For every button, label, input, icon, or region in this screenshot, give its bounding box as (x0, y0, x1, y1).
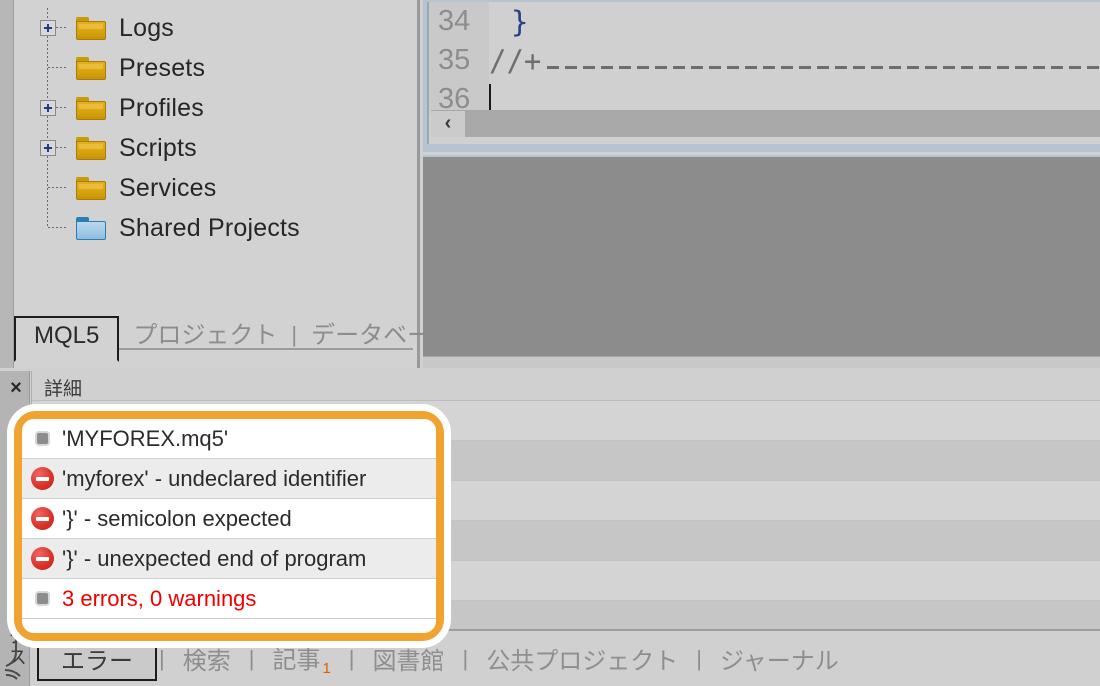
list-item[interactable]: 3 errors, 0 warnings (22, 579, 436, 619)
tree-item-scripts[interactable]: Scripts (14, 128, 413, 168)
list-item-text: 'MYFOREX.mq5' (62, 425, 229, 451)
expand-icon[interactable] (40, 100, 56, 116)
tree-guide-connector (48, 227, 68, 228)
tab-separator: | (248, 645, 255, 671)
folder-icon (76, 96, 106, 120)
list-item-text: '}' - semicolon expected (62, 505, 292, 531)
tree-item-label: Presets (119, 53, 206, 82)
tree-item-services[interactable]: Services (14, 168, 413, 208)
tab-articles-label: 記事 (272, 646, 321, 674)
line-text: //+ (489, 43, 542, 78)
toolbox-corner-icon (2, 632, 30, 684)
scroll-left-icon[interactable]: ‹ (431, 110, 465, 137)
tab-separator: | (348, 645, 355, 671)
tree-item-shared-projects[interactable]: Shared Projects (14, 208, 413, 248)
tab-articles-badge: 1 (322, 660, 331, 678)
info-dot-icon (22, 593, 62, 604)
error-icon (22, 467, 62, 490)
list-item-text: 'myforex' - undeclared identifier (62, 465, 367, 491)
error-icon (22, 547, 62, 570)
tree-guide-connector (48, 187, 68, 188)
tab-separator: | (696, 645, 702, 671)
list-item[interactable]: '}' - unexpected end of program (22, 539, 436, 579)
tab-errors[interactable]: エラー (37, 636, 157, 681)
tab-public-projects[interactable]: 公共プロジェクト (470, 637, 694, 680)
tree-item-label: Profiles (119, 93, 204, 122)
info-dot-icon (22, 433, 62, 444)
tab-journal[interactable]: ジャーナル (704, 637, 855, 680)
navigator-tabs: MQL5 プロジェクト | データベース (14, 304, 454, 362)
list-item-text: '}' - unexpected end of program (62, 545, 367, 571)
code-editor-panel: 34 } 35 //+ 36 ‹ (423, 0, 1100, 152)
tree-item-logs[interactable]: Logs (14, 8, 413, 48)
workspace-bottom-strip (423, 356, 1100, 368)
tree-item-presets[interactable]: Presets (14, 48, 413, 88)
folder-icon (76, 136, 106, 160)
tab-articles[interactable]: 記事 1 (256, 636, 346, 682)
line-number: 34 (438, 5, 471, 37)
folder-icon (76, 56, 106, 80)
tree-item-label: Logs (119, 13, 175, 42)
code-line: 35 //+ (429, 41, 1100, 80)
tree-guide-line (47, 168, 48, 208)
error-icon (22, 507, 62, 530)
close-icon[interactable]: × (6, 378, 26, 399)
code-editor[interactable]: 34 } 35 //+ 36 ‹ (427, 2, 1100, 144)
tree-guide-connector (48, 67, 68, 68)
editor-horizontal-scrollbar[interactable]: ‹ (431, 110, 1100, 137)
expand-icon[interactable] (40, 140, 56, 156)
shared-folder-icon (76, 216, 106, 240)
navigator-left-edge (0, 0, 14, 368)
line-text: } (511, 4, 529, 39)
scrollbar-thumb[interactable] (465, 110, 1100, 137)
tab-mql5[interactable]: MQL5 (14, 316, 120, 362)
list-item[interactable]: 'myforex' - undeclared identifier (22, 459, 436, 499)
navigator-tree[interactable]: Logs Presets Profiles Scripts Services S… (14, 0, 413, 300)
tree-guide-line (47, 208, 48, 228)
tree-item-label: Scripts (119, 133, 197, 162)
list-item[interactable]: '}' - semicolon expected (22, 499, 436, 539)
navigator-panel: Logs Presets Profiles Scripts Services S… (0, 0, 454, 368)
tab-separator: | (462, 645, 469, 671)
column-header-detail: 詳細 (44, 379, 83, 400)
tree-guide-line (47, 48, 48, 88)
tree-item-label: Services (119, 173, 217, 202)
tree-item-label: Shared Projects (119, 213, 300, 242)
list-item-text: 3 errors, 0 warnings (62, 585, 257, 611)
folder-icon (76, 16, 106, 40)
tree-item-profiles[interactable]: Profiles (14, 88, 413, 128)
comment-dash-rule (547, 66, 1100, 69)
tab-library[interactable]: 図書館 (357, 637, 461, 680)
list-item[interactable]: 'MYFOREX.mq5' (22, 419, 436, 459)
code-line: 34 } (429, 2, 1100, 41)
line-number: 35 (438, 44, 471, 76)
tab-separator: | (159, 645, 165, 671)
highlighted-error-list[interactable]: 'MYFOREX.mq5' 'myforex' - undeclared ide… (22, 419, 436, 633)
mql5-metaeditor-window: Logs Presets Profiles Scripts Services S… (0, 0, 1100, 686)
tab-project[interactable]: プロジェクト (119, 311, 291, 360)
tab-database[interactable]: データベース (297, 311, 468, 360)
empty-workspace-area (423, 155, 1100, 368)
expand-icon[interactable] (40, 20, 56, 36)
toolbox-tabs: エラー | 検索 | 記事 1 | 図書館 | 公共プロジェクト | ジャーナル (31, 629, 1100, 686)
toolbox-column-header[interactable]: 詳細 (32, 371, 1100, 401)
tab-search[interactable]: 検索 (167, 637, 247, 680)
folder-icon (76, 176, 106, 200)
